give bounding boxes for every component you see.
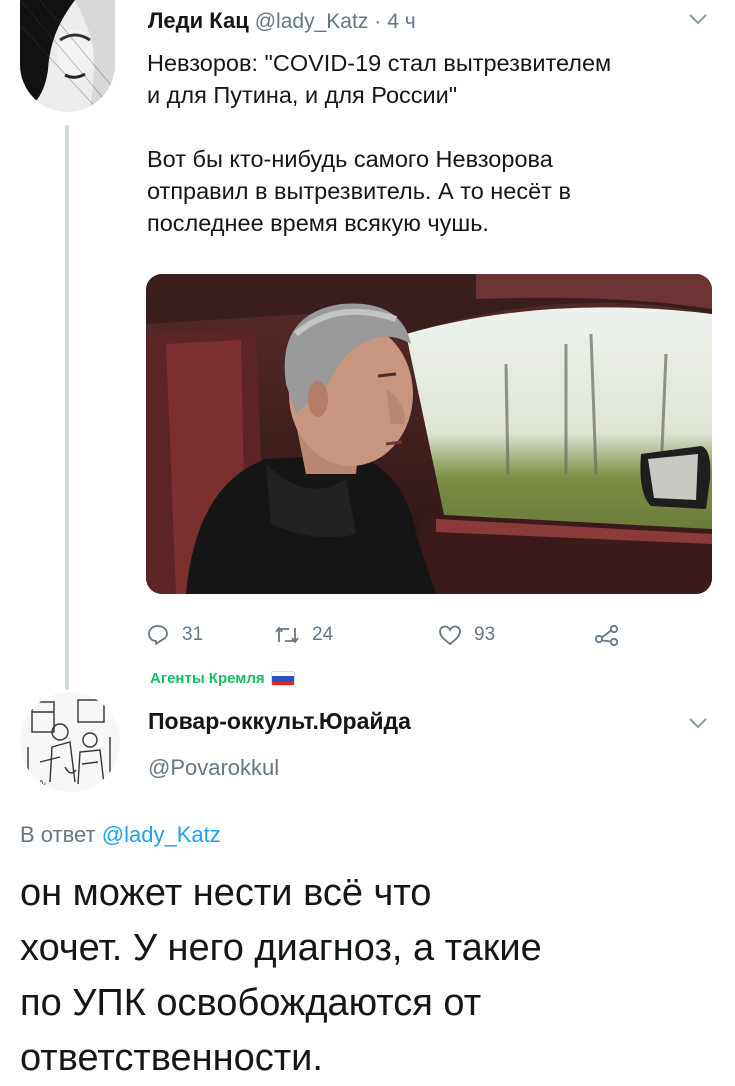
reply-count: 31 — [182, 624, 204, 645]
chevron-down-icon[interactable] — [688, 12, 708, 31]
author-name[interactable]: Леди Кац — [148, 8, 249, 34]
tweet-time[interactable]: 4 ч — [387, 10, 415, 34]
like-count: 93 — [474, 624, 496, 645]
retweet-icon — [274, 624, 300, 646]
tweet-text: Невзоров: "COVID-19 стал вытрезвителем и… — [147, 47, 707, 239]
retweet-count: 24 — [312, 624, 334, 645]
reply-author-handle[interactable]: @Povarokkul — [148, 755, 279, 781]
heart-icon — [438, 624, 462, 646]
tweet-paragraph: Вот бы кто-нибудь самого Невзорова отпра… — [147, 146, 571, 236]
retweet-button[interactable]: 24 — [274, 618, 333, 652]
reply-author-avatar[interactable]: ∿∿ — [20, 692, 120, 792]
thread-connector-line — [65, 125, 69, 690]
russia-flag-icon — [270, 671, 295, 686]
car-interior-photo — [146, 274, 712, 594]
author-avatar[interactable] — [20, 0, 115, 112]
share-icon — [594, 623, 620, 647]
avatar-sketch-image: ∿∿ — [20, 692, 120, 792]
share-button[interactable] — [594, 618, 620, 652]
reply-prefix: В ответ — [20, 822, 96, 847]
author-handle[interactable]: @lady_Katz — [255, 10, 369, 34]
reply-mention-link[interactable]: @lady_Katz — [102, 822, 221, 847]
reply-icon — [146, 623, 170, 647]
separator-dot: · — [374, 10, 382, 33]
avatar-portrait-image — [20, 0, 115, 112]
like-button[interactable]: 93 — [438, 618, 495, 652]
chevron-down-icon[interactable] — [688, 716, 708, 735]
svg-text:∿∿: ∿∿ — [30, 778, 47, 789]
reply-context: В ответ @lady_Katz — [20, 822, 221, 848]
reply-button[interactable]: 31 — [146, 618, 203, 652]
tweet-photo[interactable] — [146, 274, 712, 594]
badge-label: Агенты Кремля — [150, 670, 265, 687]
community-badge: Агенты Кремля — [150, 670, 295, 687]
tweet-header: Леди Кац @lady_Katz · 4 ч — [148, 8, 416, 34]
reply-author-name[interactable]: Повар-оккульт.Юрайда — [148, 708, 411, 735]
tweet-paragraph: Невзоров: "COVID-19 стал вытрезвителем и… — [147, 50, 612, 108]
tweet-actions: 31 24 93 — [146, 618, 646, 652]
reply-tweet-text: он может нести всё что хочет. У него диа… — [20, 872, 542, 1079]
